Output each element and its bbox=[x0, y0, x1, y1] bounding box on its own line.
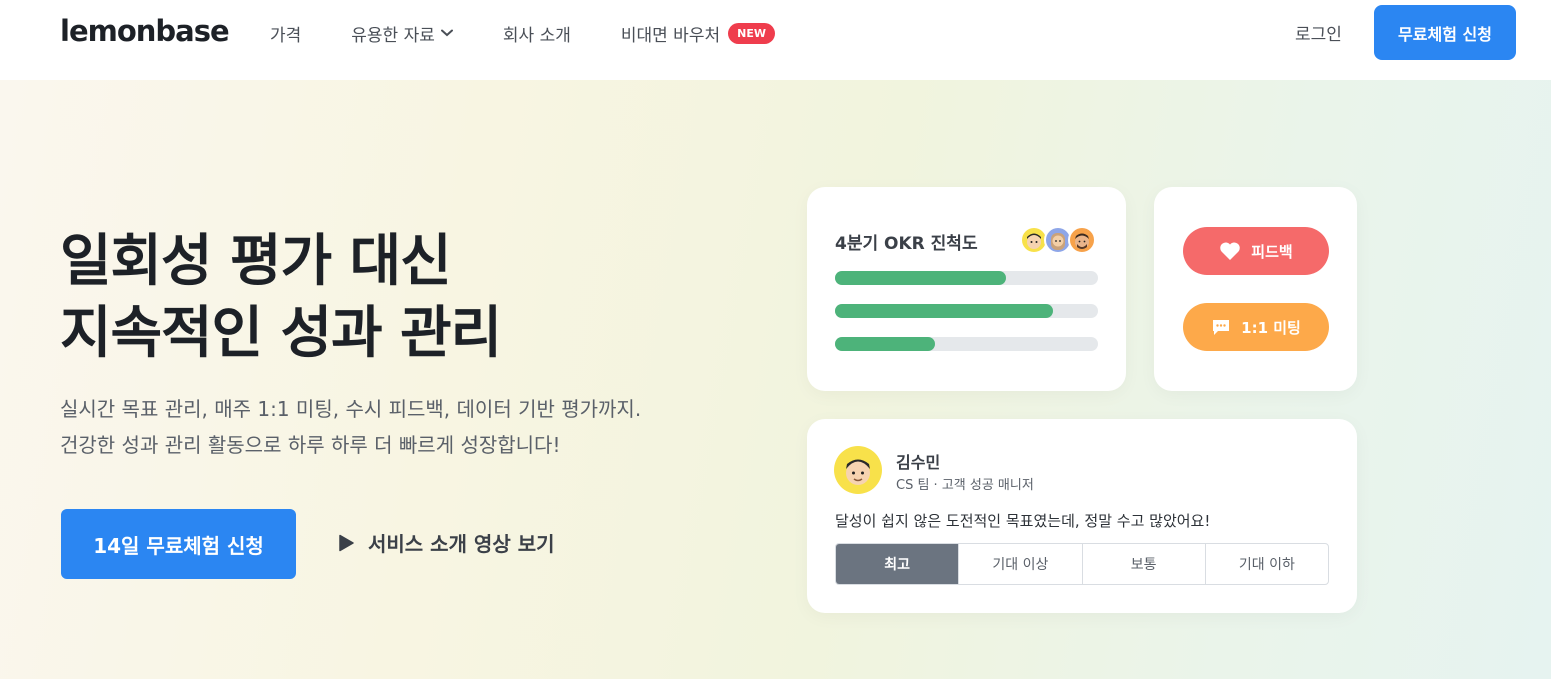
heart-icon bbox=[1220, 242, 1241, 260]
hero-free-trial-button[interactable]: 14일 무료체험 신청 bbox=[61, 509, 296, 579]
hero-headline: 일회성 평가 대신 지속적인 성과 관리 bbox=[60, 226, 502, 370]
okr-title: 4분기 OKR 진척도 bbox=[835, 234, 978, 254]
reviewer-role: CS 팀 · 고객 성공 매니저 bbox=[896, 478, 1034, 493]
chat-icon bbox=[1213, 320, 1230, 335]
rating-option[interactable]: 기대 이하 bbox=[1206, 544, 1328, 584]
play-icon bbox=[339, 534, 354, 551]
progress-fill bbox=[835, 271, 1006, 285]
video-link[interactable]: 서비스 소개 영상 보기 bbox=[338, 528, 555, 557]
nav-item-voucher[interactable]: 비대면 바우처 NEW bbox=[621, 21, 775, 46]
nav-item-label: 유용한 자료 bbox=[351, 25, 435, 46]
nav-item-label: 가격 bbox=[270, 25, 302, 46]
feedback-button[interactable]: 피드백 bbox=[1183, 227, 1329, 275]
progress-fill bbox=[835, 304, 1054, 318]
headline-line-1: 일회성 평가 대신 bbox=[60, 229, 452, 294]
rating-option[interactable]: 기대 이상 bbox=[959, 544, 1083, 584]
nav-item-company[interactable]: 회사 소개 bbox=[503, 21, 571, 46]
headline-line-2: 지속적인 성과 관리 bbox=[60, 301, 502, 366]
reviewer-name: 김수민 bbox=[896, 453, 941, 472]
logo[interactable]: lemonbase bbox=[60, 14, 230, 48]
login-link[interactable]: 로그인 bbox=[1295, 20, 1342, 45]
progress-bar bbox=[835, 304, 1098, 318]
avatar-group bbox=[1020, 226, 1096, 254]
review-card: 김수민 CS 팀 · 고객 성공 매니저 달성이 쉽지 않은 도전적인 목표였는… bbox=[807, 419, 1357, 613]
chevron-down-icon bbox=[440, 29, 453, 37]
action-card: 피드백 1:1 미팅 bbox=[1154, 187, 1357, 391]
nav-item-label: 비대면 바우처 bbox=[620, 25, 721, 46]
avatar-face-icon bbox=[1075, 233, 1089, 249]
avatar bbox=[1068, 226, 1096, 254]
nav-item-label: 회사 소개 bbox=[502, 25, 571, 46]
video-link-label: 서비스 소개 영상 보기 bbox=[368, 532, 555, 556]
free-trial-button[interactable]: 무료체험 신청 bbox=[1374, 5, 1516, 60]
new-badge: NEW bbox=[728, 22, 775, 44]
rating-option[interactable]: 최고 bbox=[836, 544, 960, 584]
subtext-line-2: 건강한 성과 관리 활동으로 하루 하루 더 빠르게 성장합니다! bbox=[60, 433, 561, 457]
nav-item-pricing[interactable]: 가격 bbox=[270, 21, 301, 46]
meeting-button[interactable]: 1:1 미팅 bbox=[1183, 303, 1329, 351]
subtext-line-1: 실시간 목표 관리, 매주 1:1 미팅, 수시 피드백, 데이터 기반 평가까… bbox=[60, 397, 642, 421]
hero-section: 일회성 평가 대신 지속적인 성과 관리 실시간 목표 관리, 매주 1:1 미… bbox=[0, 80, 1551, 679]
main-nav: 가격 유용한 자료 회사 소개 비대면 바우처 NEW bbox=[270, 20, 825, 46]
feedback-label: 피드백 bbox=[1251, 242, 1293, 261]
review-comment: 달성이 쉽지 않은 도전적인 목표였는데, 정말 수고 많았어요! bbox=[835, 512, 1211, 530]
nav-item-resources[interactable]: 유용한 자료 bbox=[351, 21, 453, 46]
rating-option[interactable]: 보통 bbox=[1083, 544, 1206, 584]
hero-subtext: 실시간 목표 관리, 매주 1:1 미팅, 수시 피드백, 데이터 기반 평가까… bbox=[60, 391, 641, 463]
progress-fill bbox=[835, 337, 935, 351]
okr-progress-card: 4분기 OKR 진척도 bbox=[807, 187, 1126, 391]
avatar-face-icon bbox=[1051, 233, 1065, 250]
meeting-label: 1:1 미팅 bbox=[1241, 318, 1301, 337]
avatar-face-icon bbox=[846, 459, 870, 485]
rating-selector: 최고 기대 이상 보통 기대 이하 bbox=[835, 543, 1329, 585]
progress-bar bbox=[835, 337, 1098, 351]
avatar bbox=[834, 446, 882, 494]
avatar-face-icon bbox=[1027, 233, 1041, 249]
top-header: lemonbase 가격 유용한 자료 회사 소개 비대면 바우처 NEW 로그… bbox=[0, 0, 1551, 80]
progress-bar bbox=[835, 271, 1098, 285]
